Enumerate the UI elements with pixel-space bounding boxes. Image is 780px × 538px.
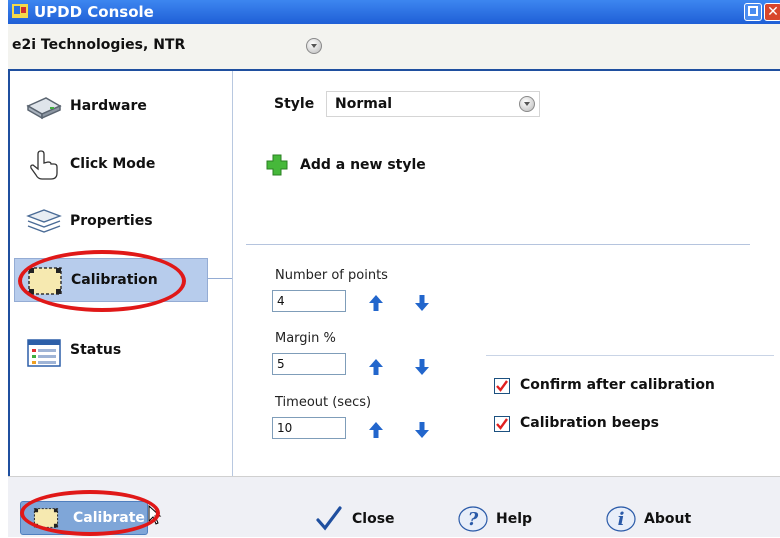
number-of-points-input[interactable]: 4	[272, 290, 346, 312]
confirm-after-calibration-label: Confirm after calibration	[520, 377, 715, 393]
arrow-down-icon[interactable]	[414, 421, 430, 439]
close-window-button[interactable]: ✕	[764, 3, 780, 21]
hand-pointer-icon	[30, 150, 58, 180]
highlight-ring-calibrate-button	[20, 490, 160, 536]
sidebar-item-status[interactable]: Status	[14, 330, 208, 370]
checkmark-icon	[316, 506, 342, 531]
sidebar-item-label: Properties	[70, 213, 153, 229]
app-icon	[12, 4, 28, 18]
section-divider	[246, 244, 750, 245]
svg-text:i: i	[618, 509, 625, 530]
about-button[interactable]: i About	[606, 502, 696, 538]
window-title-bar: UPDD Console ✕	[8, 0, 780, 24]
options-divider	[486, 355, 774, 356]
calibration-beeps-checkbox[interactable]	[494, 416, 510, 432]
sidebar-item-label: Click Mode	[70, 156, 156, 172]
layers-icon	[26, 209, 62, 233]
window-title: UPDD Console	[34, 3, 154, 21]
device-dropdown-button[interactable]	[306, 38, 322, 54]
calibration-beeps-label: Calibration beeps	[520, 415, 660, 431]
add-style-label: Add a new style	[300, 157, 426, 173]
style-select[interactable]: Normal	[326, 91, 540, 117]
close-label: Close	[352, 511, 395, 527]
arrow-up-icon[interactable]	[368, 421, 384, 439]
help-label: Help	[496, 511, 533, 527]
sidebar-item-label: Status	[70, 342, 122, 358]
about-label: About	[644, 511, 692, 527]
arrow-down-icon[interactable]	[414, 294, 430, 312]
highlight-ring-calibration	[18, 250, 186, 312]
close-icon: ✕	[767, 4, 779, 20]
checkmark-icon	[496, 418, 508, 430]
svg-text:?: ?	[468, 509, 479, 530]
device-name: e2i Technologies, NTR	[12, 37, 186, 53]
close-button[interactable]: Close	[316, 502, 406, 538]
sidebar-item-hardware[interactable]: Hardware	[14, 86, 208, 126]
status-icon	[27, 339, 61, 367]
checkmark-icon	[496, 380, 508, 392]
confirm-after-calibration-checkbox[interactable]	[494, 378, 510, 394]
sidebar-item-label: Hardware	[70, 98, 147, 114]
add-style-button[interactable]: Add a new style	[264, 152, 484, 180]
margin-input[interactable]: 5	[272, 353, 346, 375]
arrow-up-icon[interactable]	[368, 358, 384, 376]
timeout-label: Timeout (secs)	[275, 395, 372, 410]
sidebar-item-properties[interactable]: Properties	[14, 201, 208, 241]
info-icon: i	[606, 506, 636, 532]
chevron-down-icon[interactable]	[519, 96, 535, 112]
arrow-up-icon[interactable]	[368, 294, 384, 312]
arrow-down-icon[interactable]	[414, 358, 430, 376]
restore-icon	[748, 6, 758, 16]
timeout-input[interactable]: 10	[272, 417, 346, 439]
help-button[interactable]: ? Help	[458, 502, 538, 538]
style-select-value: Normal	[335, 96, 393, 112]
hardware-icon	[26, 97, 62, 120]
style-label: Style	[274, 96, 315, 112]
selection-connector	[208, 278, 232, 279]
restore-button[interactable]	[744, 3, 762, 21]
margin-label: Margin %	[275, 331, 336, 346]
sidebar-item-click-mode[interactable]: Click Mode	[14, 144, 208, 184]
help-icon: ?	[458, 506, 488, 532]
device-bar: e2i Technologies, NTR	[8, 24, 780, 71]
plus-icon	[266, 154, 288, 176]
number-of-points-label: Number of points	[275, 268, 388, 283]
